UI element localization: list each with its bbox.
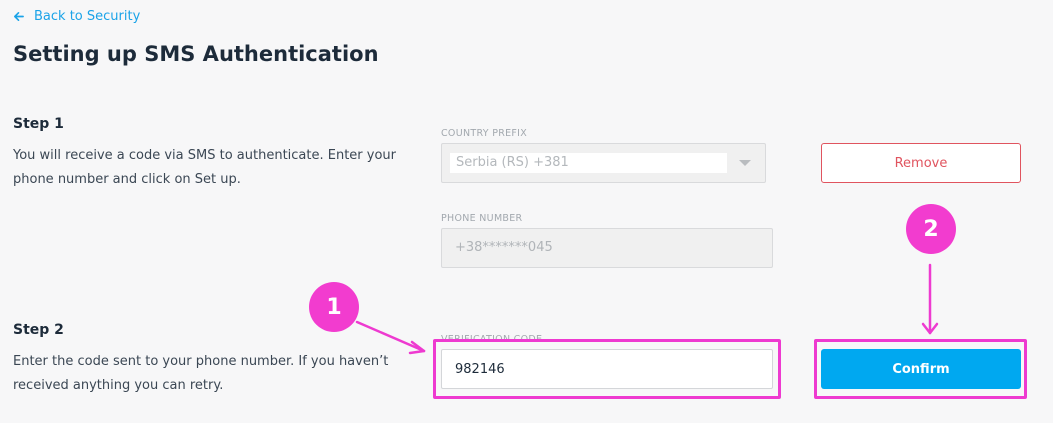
caret-down-icon [739, 160, 751, 166]
step-2-description: Enter the code sent to your phone number… [13, 354, 389, 393]
verification-code-label: VERIFICATION CODE [441, 334, 543, 345]
arrow-left-icon [14, 12, 24, 21]
country-prefix-select[interactable]: Serbia (RS) +381 [441, 143, 766, 183]
back-to-security-link[interactable]: Back to Security [13, 9, 140, 24]
step-badge-1: 1 [309, 282, 359, 332]
country-prefix-value: Serbia (RS) +381 [450, 153, 727, 173]
phone-number-label: PHONE NUMBER [441, 213, 523, 224]
phone-number-field[interactable]: +38*******045 [441, 228, 773, 268]
step-1-description: You will receive a code via SMS to authe… [13, 148, 397, 187]
step-badge-2: 2 [906, 204, 956, 254]
arrowhead-to-confirm-button [921, 322, 939, 335]
remove-button[interactable]: Remove [821, 143, 1021, 183]
step-1-title: Step 1 [13, 116, 64, 132]
back-link-label: Back to Security [34, 9, 141, 24]
country-prefix-label: COUNTRY PREFIX [441, 128, 528, 139]
step-2-title: Step 2 [13, 322, 64, 338]
verification-code-input[interactable] [441, 349, 773, 389]
confirm-button[interactable]: Confirm [821, 349, 1021, 389]
page-title: Setting up SMS Authentication [13, 42, 379, 66]
arrow-to-code-input [355, 320, 426, 353]
arrowhead-to-code-input [408, 340, 426, 355]
